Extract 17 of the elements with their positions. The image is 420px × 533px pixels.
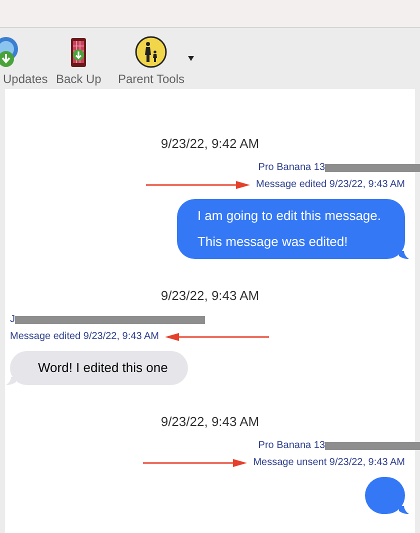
bubble-tail: [399, 251, 409, 259]
bubble-tail: [6, 377, 16, 385]
parent-child-icon: [135, 36, 168, 68]
timestamp: 9/23/22, 9:42 AM: [160, 136, 260, 151]
toolbar-button[interactable]: Back Up: [56, 36, 102, 85]
toolbar-button[interactable]: Updates: [3, 36, 48, 85]
phone-download-icon: [70, 38, 88, 68]
sender-name: Pro Banana 13: [258, 441, 325, 451]
message-status: Message unsent 9/23/22, 9:43 AM: [253, 458, 405, 468]
message-status: Message edited 9/23/22, 9:43 AM: [10, 332, 159, 342]
sender-name: Pro Banana 13: [258, 163, 325, 173]
toolbar-button[interactable]: Parent Tools: [118, 36, 184, 85]
message-status: Message edited 9/23/22, 9:43 AM: [256, 180, 405, 190]
timestamp: 9/23/22, 9:43 AM: [160, 288, 260, 303]
dropdown-caret-icon[interactable]: [188, 56, 194, 61]
sender-name: J: [10, 315, 15, 325]
timestamp: 9/23/22, 9:43 AM: [160, 414, 260, 429]
